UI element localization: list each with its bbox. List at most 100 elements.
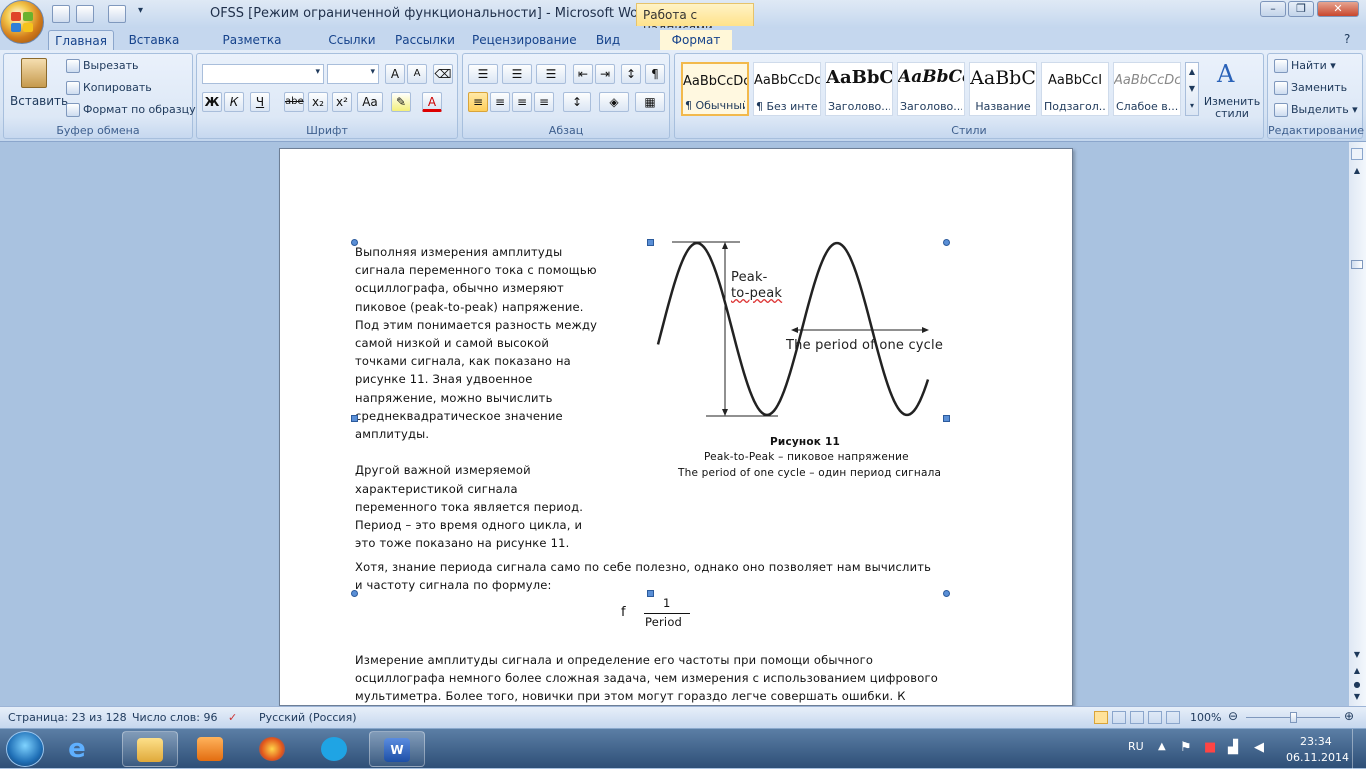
security-icon[interactable]: ■ <box>1204 740 1216 755</box>
web-layout-view-icon[interactable] <box>1130 711 1144 724</box>
help-icon[interactable]: ? <box>1344 32 1350 46</box>
replace-button[interactable]: Заменить <box>1274 81 1347 95</box>
shading-button[interactable]: ◈ <box>599 92 629 112</box>
selection-handle[interactable] <box>943 415 950 422</box>
style-subtitle[interactable]: AaBbCcI Подзагол... <box>1041 62 1109 116</box>
zoom-in-icon[interactable]: ⊕ <box>1344 709 1354 723</box>
line-spacing-button[interactable]: ↕ <box>563 92 591 112</box>
paste-button[interactable]: Вставить <box>10 58 68 114</box>
outline-view-icon[interactable] <box>1148 711 1162 724</box>
selection-handle[interactable] <box>647 239 654 246</box>
font-color-button[interactable]: A <box>422 92 442 112</box>
borders-button[interactable]: ▦ <box>635 92 665 112</box>
full-screen-view-icon[interactable] <box>1112 711 1126 724</box>
draft-view-icon[interactable] <box>1166 711 1180 724</box>
tab-mailings[interactable]: Рассылки <box>394 30 456 50</box>
bold-button[interactable]: Ж <box>202 92 222 112</box>
save-icon[interactable] <box>52 5 70 23</box>
underline-button[interactable]: Ч <box>250 92 270 112</box>
align-left-button[interactable]: ≡ <box>468 92 488 112</box>
selection-handle[interactable] <box>351 415 358 422</box>
increase-indent-button[interactable]: ⇥ <box>595 64 615 84</box>
cut-button[interactable]: Вырезать <box>66 59 138 73</box>
font-name-combo[interactable]: ▾ <box>202 64 324 84</box>
tab-references[interactable]: Ссылки <box>326 30 378 50</box>
styles-gallery-scroll[interactable]: ▲ ▼ ▾ <box>1185 62 1199 116</box>
grow-font-button[interactable]: A <box>385 64 405 84</box>
network-icon[interactable]: ▟ <box>1228 740 1238 755</box>
start-button[interactable] <box>6 731 44 767</box>
keyboard-language[interactable]: RU <box>1128 740 1144 753</box>
numbering-button[interactable]: ☰ <box>502 64 532 84</box>
clock-date[interactable]: 06.11.2014 <box>1286 751 1349 764</box>
page-count[interactable]: Страница: 23 из 128 <box>8 711 127 724</box>
close-button[interactable]: ✕ <box>1317 1 1359 17</box>
ruler-toggle-icon[interactable] <box>1351 148 1363 160</box>
minimize-button[interactable]: – <box>1260 1 1286 17</box>
tab-review[interactable]: Рецензирование <box>472 30 577 50</box>
tab-page-layout[interactable]: Разметка страницы <box>194 30 310 61</box>
word-taskbar-icon[interactable]: W <box>369 731 425 767</box>
style-subtle-emphasis[interactable]: AaBbCcDc Слабое в... <box>1113 62 1181 116</box>
multilevel-list-button[interactable]: ☰ <box>536 64 566 84</box>
change-case-button[interactable]: Aa <box>357 92 383 112</box>
style-heading-2[interactable]: AaBbCcЗаголово... <box>897 62 965 116</box>
zoom-slider-thumb[interactable] <box>1290 712 1297 723</box>
find-button[interactable]: Найти ▾ <box>1274 59 1336 73</box>
browse-object-icon[interactable]: ● <box>1351 680 1363 692</box>
clear-format-button[interactable]: ⌫ <box>433 64 453 84</box>
strikethrough-button[interactable]: abe <box>284 92 304 112</box>
show-desktop-button[interactable] <box>1352 729 1366 769</box>
style-title[interactable]: AaBbC Название <box>969 62 1037 116</box>
bullets-button[interactable]: ☰ <box>468 64 498 84</box>
firefox-icon[interactable] <box>245 731 301 767</box>
media-player-icon[interactable] <box>183 731 239 767</box>
next-page-icon[interactable]: ▼ <box>1351 692 1363 704</box>
vertical-scrollbar[interactable]: ▲ ▼ ▲ ● ▼ <box>1349 142 1366 706</box>
action-center-flag-icon[interactable]: ⚑ <box>1180 740 1192 755</box>
selection-handle[interactable] <box>647 590 654 597</box>
copy-button[interactable]: Копировать <box>66 81 152 95</box>
internet-explorer-icon[interactable]: e <box>62 734 92 764</box>
shrink-font-button[interactable]: A <box>407 64 427 84</box>
zoom-out-icon[interactable]: ⊖ <box>1228 709 1238 723</box>
volume-icon[interactable]: ◀ <box>1254 740 1264 755</box>
tab-view[interactable]: Вид <box>592 30 624 50</box>
subscript-button[interactable]: x₂ <box>308 92 328 112</box>
select-button[interactable]: Выделить ▾ <box>1274 103 1358 117</box>
prev-page-icon[interactable]: ▲ <box>1351 666 1363 678</box>
sort-button[interactable]: ↕ <box>621 64 641 84</box>
superscript-button[interactable]: x² <box>332 92 352 112</box>
tray-expand-icon[interactable]: ▲ <box>1158 741 1166 752</box>
redo-icon[interactable] <box>108 5 126 23</box>
format-painter-button[interactable]: Формат по образцу <box>66 103 196 117</box>
clock-time[interactable]: 23:34 <box>1300 735 1332 748</box>
document-page[interactable]: Выполняя измерения амплитуды сигнала пере… <box>279 148 1073 706</box>
skype-icon[interactable] <box>307 731 363 767</box>
align-center-button[interactable]: ≡ <box>490 92 510 112</box>
font-size-combo[interactable]: ▾ <box>327 64 379 84</box>
show-marks-button[interactable]: ¶ <box>645 64 665 84</box>
zoom-level[interactable]: 100% <box>1190 711 1221 724</box>
qat-customize-icon[interactable]: ▾ <box>138 5 143 16</box>
align-right-button[interactable]: ≡ <box>512 92 532 112</box>
tab-insert[interactable]: Вставка <box>122 30 186 50</box>
selection-handle[interactable] <box>943 590 950 597</box>
scroll-down-icon[interactable]: ▼ <box>1351 650 1363 662</box>
highlight-button[interactable]: ✎ <box>391 92 411 112</box>
language-indicator[interactable]: Русский (Россия) <box>259 711 357 724</box>
word-count[interactable]: Число слов: 96 <box>132 711 218 724</box>
scroll-thumb[interactable] <box>1351 260 1363 269</box>
undo-icon[interactable] <box>76 5 94 23</box>
selection-handle[interactable] <box>943 239 950 246</box>
style-heading-1[interactable]: AaBbC Заголово... <box>825 62 893 116</box>
proofing-icon[interactable]: ✓ <box>228 711 237 724</box>
explorer-taskbar-icon[interactable] <box>122 731 178 767</box>
style-no-spacing[interactable]: AaBbCcDc¶ Без инте... <box>753 62 821 116</box>
office-button[interactable] <box>0 0 44 44</box>
decrease-indent-button[interactable]: ⇤ <box>573 64 593 84</box>
selection-handle[interactable] <box>351 239 358 246</box>
style-normal[interactable]: AaBbCcDc ¶ Обычный <box>681 62 749 116</box>
justify-button[interactable]: ≡ <box>534 92 554 112</box>
print-layout-view-icon[interactable] <box>1094 711 1108 724</box>
